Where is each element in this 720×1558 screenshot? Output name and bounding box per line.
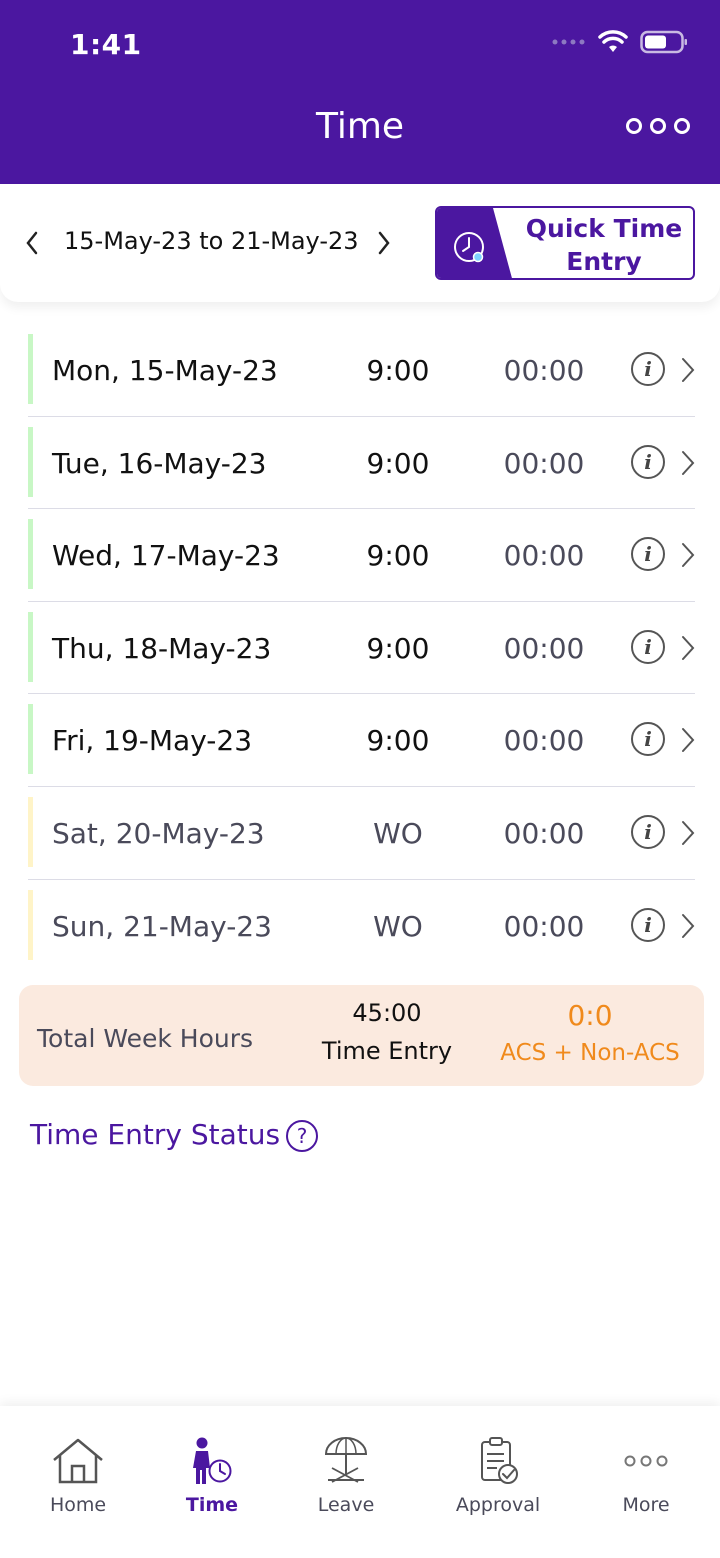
info-icon[interactable]: i	[631, 352, 665, 386]
day-date: Mon, 15-May-23	[52, 354, 278, 387]
bottom-tab-bar: Home Time Leave Approval More	[0, 1406, 720, 1558]
day-row-wed[interactable]: Wed, 17-May-23 9:00 00:00 i	[28, 509, 695, 602]
weekend-indicator	[28, 796, 33, 867]
day-date: Fri, 19-May-23	[52, 724, 253, 758]
tab-leave-label: Leave	[317, 1494, 375, 1516]
weekday-indicator	[28, 704, 33, 775]
chevron-right-icon	[682, 728, 695, 753]
day-row-tue[interactable]: Tue, 16-May-23 9:00 00:00 i	[28, 417, 695, 510]
quick-entry-clock-icon	[437, 208, 512, 278]
day-date: Thu, 18-May-23	[52, 631, 272, 665]
more-icon	[624, 1455, 668, 1467]
app-header: 1:41 Time	[0, 0, 720, 184]
day-row-sat[interactable]: Sat, 20-May-23 WO 00:00 i	[28, 787, 695, 880]
day-entered-hours: 00:00	[503, 909, 585, 943]
day-scheduled-hours: WO	[373, 816, 423, 850]
day-entered-hours: 00:00	[503, 539, 585, 573]
day-scheduled-hours: 9:00	[366, 539, 430, 573]
tab-approval[interactable]: Approval	[433, 1436, 563, 1516]
day-date: Sat, 20-May-23	[52, 816, 265, 850]
total-time-entry-label: Time Entry	[321, 1037, 453, 1065]
day-date: Wed, 17-May-23	[52, 539, 280, 573]
day-row-fri[interactable]: Fri, 19-May-23 9:00 00:00 i	[28, 694, 695, 787]
day-scheduled-hours: 9:00	[366, 354, 430, 387]
weekend-indicator	[28, 889, 33, 960]
total-time-entry-hours: 45:00	[352, 999, 422, 1027]
chevron-right-icon	[682, 450, 695, 475]
cellular-signal-icon	[552, 39, 585, 45]
quick-time-entry-label: Quick Time Entry	[515, 212, 693, 278]
info-icon[interactable]: i	[631, 444, 665, 479]
more-options-button[interactable]	[626, 118, 690, 134]
day-row-sun[interactable]: Sun, 21-May-23 WO 00:00 i	[28, 880, 695, 973]
day-scheduled-hours: 9:00	[366, 631, 430, 665]
time-entry-status-link[interactable]: Time Entry Status	[30, 1118, 280, 1151]
weekday-indicator	[28, 519, 33, 590]
day-scheduled-hours: 9:00	[366, 724, 430, 758]
day-date: Tue, 16-May-23	[52, 446, 267, 480]
more-dot-icon	[650, 118, 666, 134]
wifi-icon	[598, 30, 628, 52]
total-week-hours-card: Total Week Hours 45:00 Time Entry 0:0 AC…	[19, 985, 704, 1086]
status-bar-time: 1:41	[70, 28, 142, 61]
tab-home-label: Home	[49, 1494, 107, 1516]
day-list: Mon, 15-May-23 9:00 00:00 i Tue, 16-May-…	[28, 324, 695, 972]
battery-icon	[640, 30, 687, 54]
quick-time-entry-button[interactable]: Quick Time Entry	[435, 206, 695, 280]
day-scheduled-hours: 9:00	[366, 446, 430, 480]
info-icon[interactable]: i	[631, 629, 665, 664]
more-dot-icon	[626, 118, 642, 134]
info-icon[interactable]: i	[631, 814, 665, 849]
day-scheduled-hours: WO	[373, 909, 423, 943]
day-entered-hours: 00:00	[503, 724, 585, 758]
status-bar-icons	[552, 30, 688, 54]
page-title: Time	[315, 106, 405, 147]
weekday-indicator	[28, 334, 33, 404]
total-week-hours-label: Total Week Hours	[37, 1024, 254, 1053]
day-row-mon[interactable]: Mon, 15-May-23 9:00 00:00 i	[28, 324, 695, 417]
next-week-button[interactable]	[374, 228, 394, 258]
chevron-right-icon	[682, 543, 695, 568]
weekday-indicator	[28, 611, 33, 682]
time-icon	[193, 1437, 232, 1484]
info-icon[interactable]: i	[631, 537, 665, 572]
tab-more-label: More	[622, 1494, 670, 1516]
day-entered-hours: 00:00	[503, 631, 585, 665]
tab-approval-label: Approval	[455, 1494, 541, 1516]
more-dot-icon	[674, 118, 690, 134]
day-entered-hours: 00:00	[503, 446, 585, 480]
tab-time[interactable]: Time	[147, 1436, 277, 1516]
acs-hours-value: 0:0	[567, 999, 613, 1032]
tab-time-label: Time	[185, 1494, 239, 1516]
previous-week-button[interactable]	[22, 228, 42, 258]
acs-hours-label: ACS + Non-ACS	[500, 1040, 680, 1066]
chevron-right-icon	[682, 635, 695, 660]
tab-more[interactable]: More	[581, 1436, 711, 1516]
info-icon[interactable]: i	[631, 907, 665, 942]
home-icon	[53, 1438, 103, 1484]
day-row-thu[interactable]: Thu, 18-May-23 9:00 00:00 i	[28, 602, 695, 695]
day-date: Sun, 21-May-23	[52, 909, 272, 943]
info-icon[interactable]: i	[631, 722, 665, 757]
chevron-right-icon	[682, 358, 695, 382]
chevron-right-icon	[682, 913, 695, 938]
week-selector: 15-May-23 to 21-May-23 Quick Time Entry	[0, 184, 720, 302]
leave-icon	[324, 1437, 368, 1483]
day-entered-hours: 00:00	[503, 816, 585, 850]
tab-leave[interactable]: Leave	[281, 1436, 411, 1516]
weekday-indicator	[28, 426, 33, 497]
quick-entry-label-line1: Quick Time	[525, 214, 683, 243]
chevron-right-icon	[682, 820, 695, 845]
quick-entry-label-line2: Entry	[566, 247, 642, 276]
tab-home[interactable]: Home	[13, 1436, 143, 1516]
approval-icon	[481, 1437, 518, 1484]
day-entered-hours: 00:00	[503, 354, 585, 387]
week-range-label: 15-May-23 to 21-May-23	[64, 227, 359, 255]
help-icon[interactable]: ?	[286, 1120, 318, 1152]
